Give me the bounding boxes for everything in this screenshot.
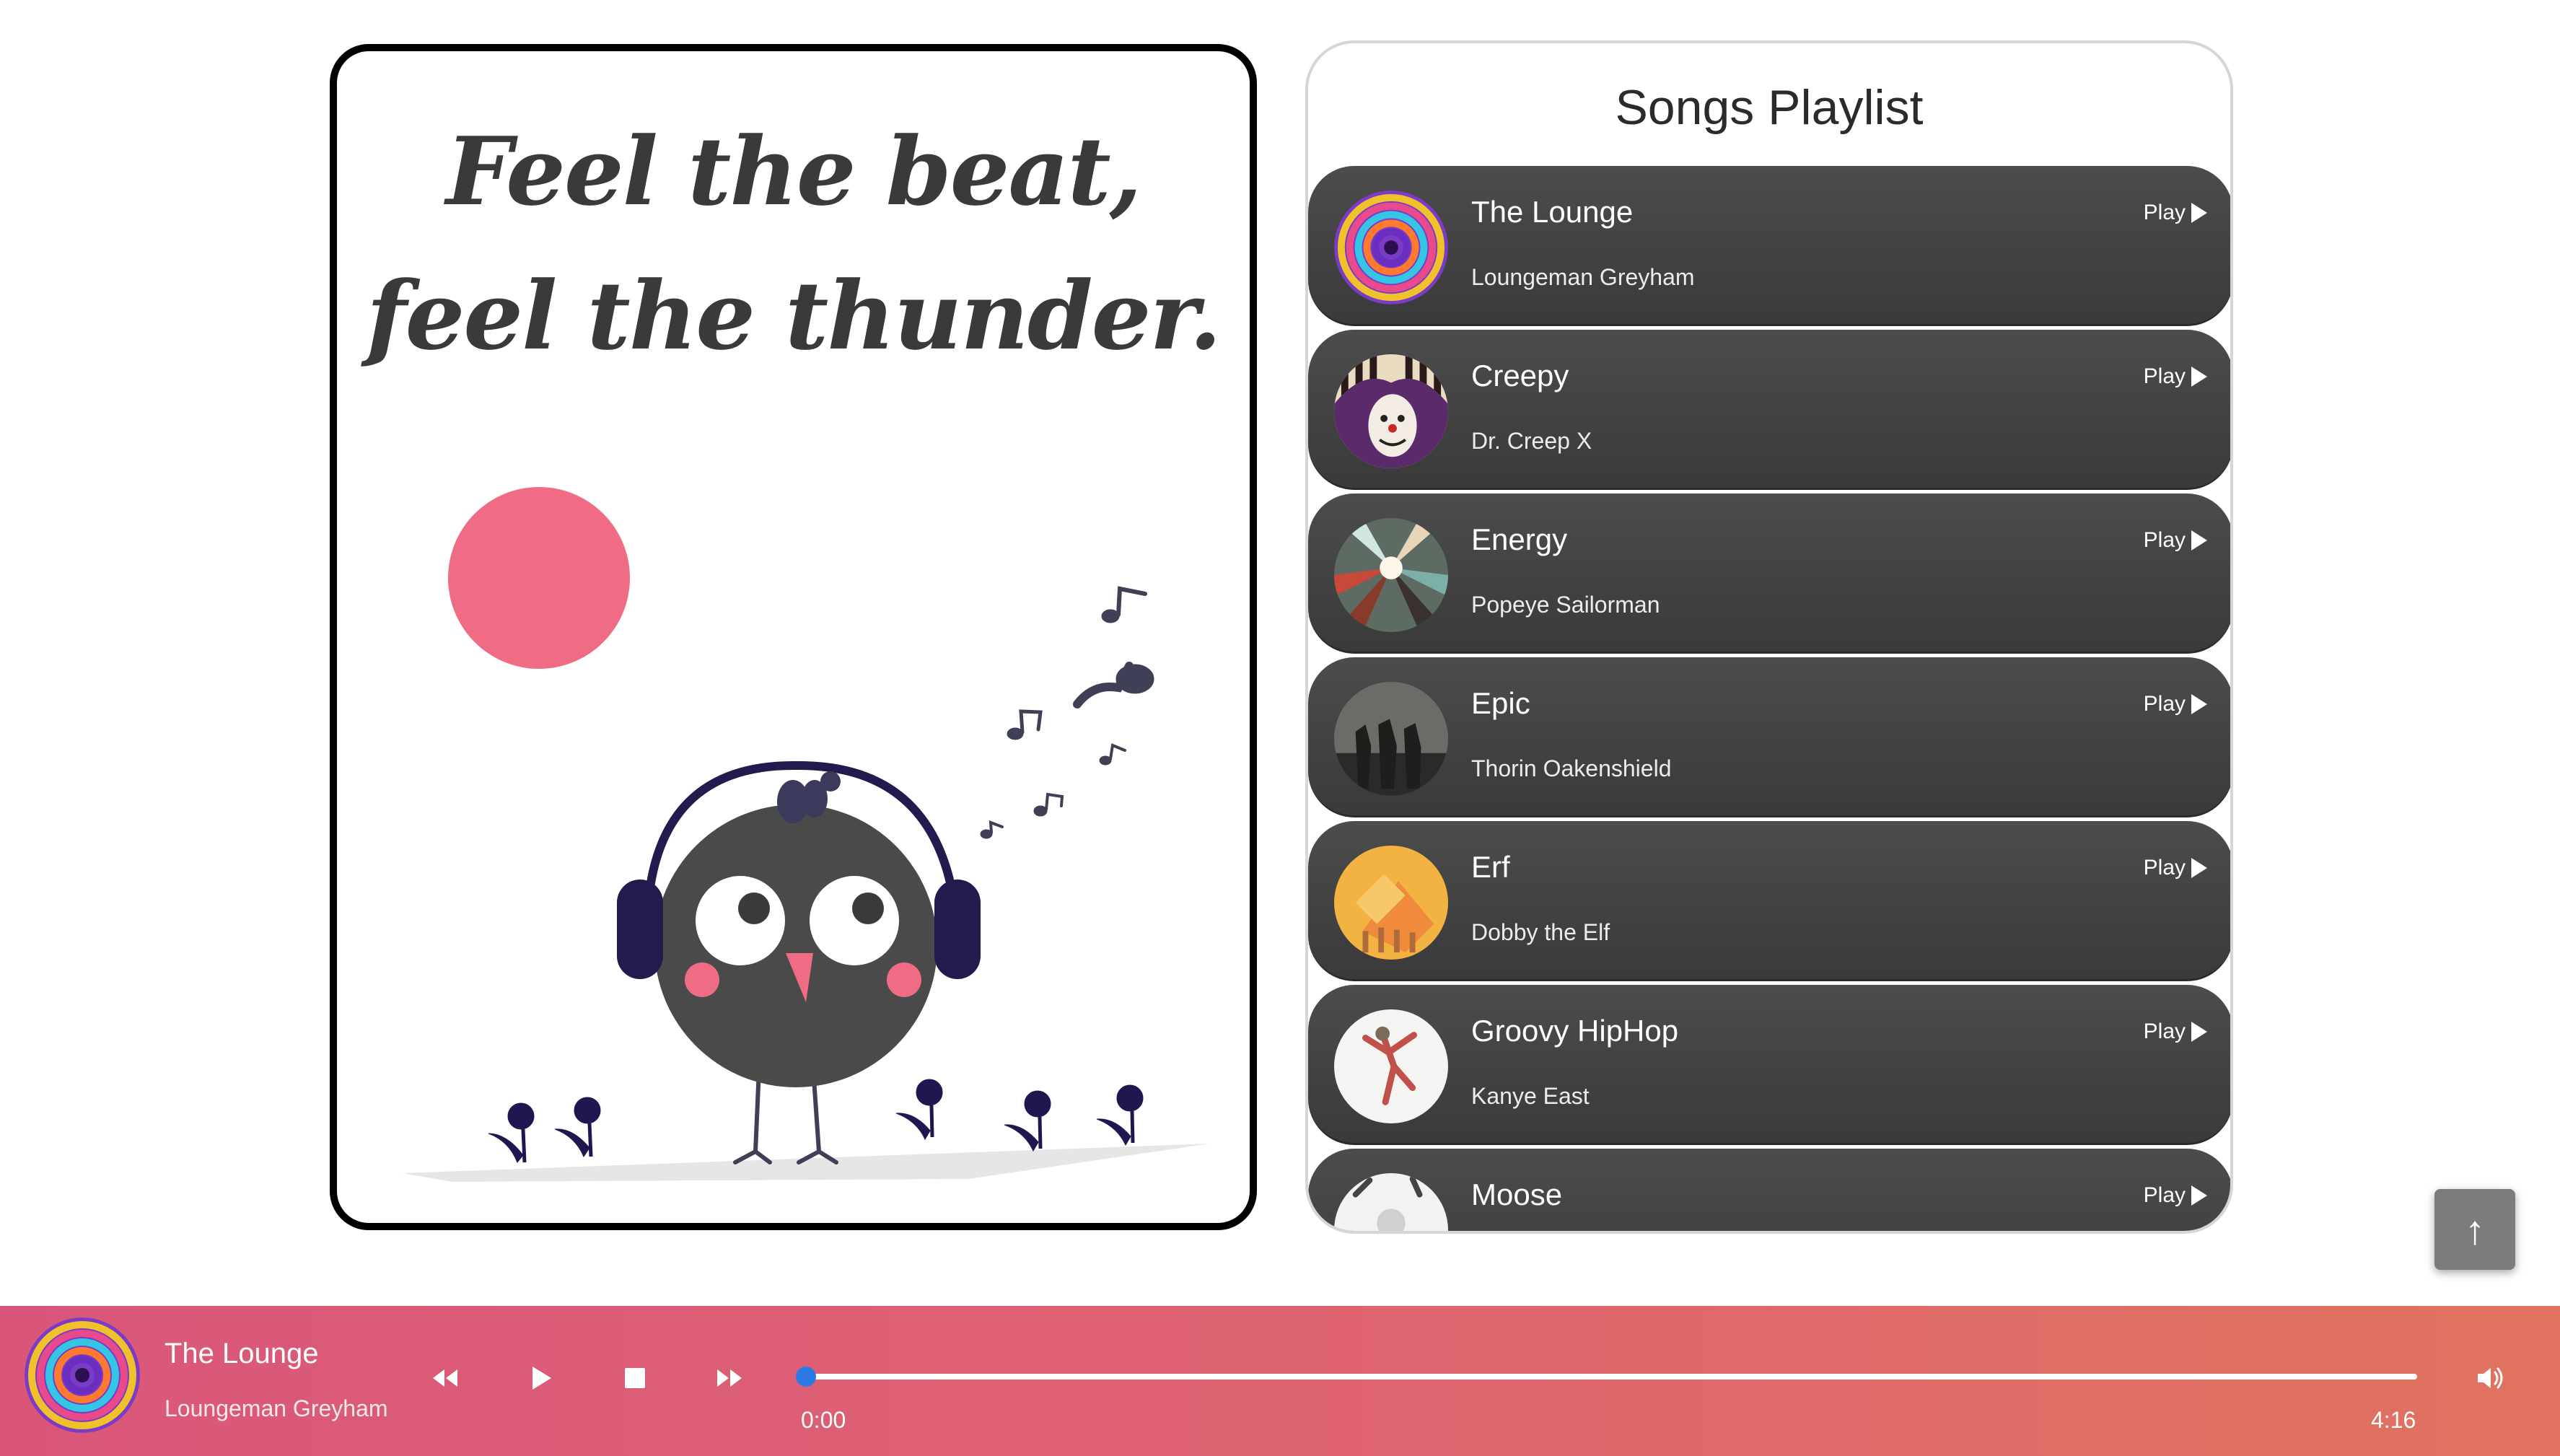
back-to-top-button[interactable]: ↑ — [2434, 1189, 2515, 1270]
song-artist: Thorin Oakenshield — [1471, 755, 1672, 781]
creepy-cover-image — [1334, 354, 1448, 468]
song-artist: Dobby the Elf — [1471, 919, 1610, 945]
play-icon — [2191, 1022, 2207, 1042]
headphone-right-cup — [934, 880, 981, 979]
playlist-title: Songs Playlist — [1615, 80, 1924, 135]
play-label: Play — [2143, 692, 2186, 716]
fast-forward-button[interactable] — [706, 1355, 752, 1401]
play-label: Play — [2143, 856, 2186, 880]
audio-player-bar: The Lounge Loungeman Greyham — [0, 1306, 2560, 1456]
play-icon — [2191, 694, 2207, 714]
bird-illustration — [402, 487, 1210, 1182]
play-icon — [2191, 1185, 2207, 1206]
play-button[interactable]: Play — [2144, 528, 2207, 553]
play-icon — [2191, 530, 2207, 551]
song-item-creepy[interactable]: Creepy Dr. Creep X Play — [1308, 330, 2230, 490]
play-icon — [532, 1367, 551, 1390]
song-item-groovy-hiphop[interactable]: Groovy HipHop Kanye East Play — [1308, 985, 2230, 1145]
duration: 4:16 — [2371, 1407, 2416, 1433]
fast-forward-icon — [717, 1369, 742, 1387]
play-icon — [2191, 203, 2207, 223]
play-icon — [2191, 858, 2207, 878]
play-button[interactable]: Play — [2144, 692, 2207, 716]
song-title: Epic — [1471, 686, 1530, 720]
stop-icon — [625, 1368, 645, 1388]
play-label: Play — [2143, 1019, 2186, 1043]
play-icon — [2191, 367, 2207, 387]
song-artist: Kanye East — [1471, 1083, 1590, 1109]
volume-button[interactable] — [2471, 1358, 2511, 1398]
song-title: Creepy — [1471, 359, 1569, 392]
song-title: Groovy HipHop — [1471, 1014, 1679, 1048]
song-artist: Dr. Creep X — [1471, 428, 1592, 454]
rewind-button[interactable] — [423, 1355, 469, 1401]
song-item-the-lounge[interactable]: The Lounge Loungeman Greyham Play — [1308, 166, 2230, 326]
lounge-cover-image — [1334, 190, 1448, 304]
play-button[interactable]: Play — [2144, 364, 2207, 389]
song-artist: Loungeman Greyham — [1471, 264, 1695, 290]
play-label: Play — [2143, 1183, 2186, 1207]
hiphop-cover-image — [1334, 1009, 1448, 1123]
headphone-left-cup — [617, 880, 663, 979]
play-button[interactable]: Play — [2144, 201, 2207, 225]
play-button[interactable]: Play — [2144, 1019, 2207, 1044]
play-label: Play — [2143, 528, 2186, 552]
erf-cover-image — [1334, 846, 1448, 960]
stop-button[interactable] — [612, 1355, 658, 1401]
epic-cover-image — [1334, 682, 1448, 796]
poster-card: Feel the beat, feel the thunder. — [330, 44, 1257, 1230]
song-title: Erf — [1471, 850, 1510, 884]
play-button[interactable]: Play — [2144, 856, 2207, 880]
song-artist: Popeye Sailorman — [1471, 592, 1660, 618]
current-time: 0:00 — [801, 1407, 846, 1433]
seek-bar[interactable] — [795, 1367, 2417, 1387]
songs-playlist[interactable]: Songs Playlist The Lounge Loungeman Grey… — [1305, 40, 2233, 1234]
play-label: Play — [2143, 201, 2186, 224]
play-button[interactable]: Play — [2144, 1183, 2207, 1208]
song-item-energy[interactable]: Energy Popeye Sailorman Play — [1308, 494, 2230, 654]
song-item-moose[interactable]: Moose Play — [1308, 1149, 2230, 1231]
now-playing-title: The Lounge — [165, 1338, 319, 1369]
bird-body — [654, 804, 937, 1087]
energy-cover-image — [1334, 518, 1448, 632]
song-title: Energy — [1471, 522, 1568, 556]
play-label: Play — [2143, 364, 2186, 388]
song-item-epic[interactable]: Epic Thorin Oakenshield Play — [1308, 657, 2230, 817]
song-item-erf[interactable]: Erf Dobby the Elf Play — [1308, 821, 2230, 981]
music-notes-icon — [980, 586, 1154, 839]
song-title: Moose — [1471, 1177, 1563, 1211]
moose-cover-image — [1334, 1173, 1448, 1231]
song-title: The Lounge — [1471, 195, 1634, 229]
play-pause-button[interactable] — [517, 1355, 563, 1401]
now-playing-artist: Loungeman Greyham — [165, 1395, 388, 1421]
pink-sun — [448, 487, 630, 669]
now-playing-cover — [25, 1317, 140, 1433]
arrow-up-icon: ↑ — [2465, 1206, 2485, 1253]
seek-thumb[interactable] — [795, 1367, 816, 1387]
rewind-icon — [433, 1369, 457, 1387]
volume-icon — [2478, 1367, 2503, 1389]
